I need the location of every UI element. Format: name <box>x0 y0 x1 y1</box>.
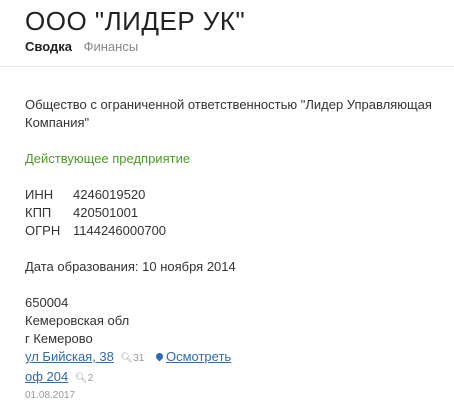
office-link[interactable]: оф 204 <box>25 369 68 384</box>
code-value: 1144246000700 <box>73 223 167 238</box>
search-icon: 🔍︎ <box>74 373 88 384</box>
city: г Кемерово <box>25 331 93 346</box>
code-row-kpp: КПП 420501001 <box>25 204 445 222</box>
search-icon: 🔍︎ <box>120 353 134 364</box>
header-divider <box>0 66 454 67</box>
code-value: 420501001 <box>73 205 139 220</box>
address-block: 650004 Кемеровская обл г Кемерово ул Бий… <box>25 294 445 403</box>
region: Кемеровская обл <box>25 313 130 328</box>
company-full-name: Общество с ограниченной ответственностью… <box>25 97 432 130</box>
office-search-count[interactable]: 🔍︎2 <box>75 373 93 384</box>
code-row-ogrn: ОГРН 1144246000700 <box>25 222 445 240</box>
street-link[interactable]: ул Бийская, 38 <box>25 349 114 364</box>
street-line: ул Бийская, 38 🔍︎31 Осмотреть <box>25 348 445 368</box>
code-label: ИНН <box>25 187 54 202</box>
code-label: КПП <box>25 205 52 220</box>
tab-summary[interactable]: Сводка <box>25 39 72 54</box>
tab-bar: Сводка Финансы <box>25 39 146 54</box>
tab-finances[interactable]: Финансы <box>84 39 139 54</box>
office-line: оф 204 🔍︎2 <box>25 368 445 388</box>
view-map-link[interactable]: Осмотреть <box>154 349 231 364</box>
registration-codes: ИНН 4246019520 КПП 420501001 ОГРН 114424… <box>25 186 445 240</box>
page-title: ООО "ЛИДЕР УК" <box>25 6 246 36</box>
street-search-count[interactable]: 🔍︎31 <box>121 353 145 364</box>
company-summary: Общество с ограниченной ответственностью… <box>25 96 445 403</box>
code-row-inn: ИНН 4246019520 <box>25 186 445 204</box>
founded-date: Дата образования: 10 ноября 2014 <box>25 259 236 274</box>
postcode: 650004 <box>25 295 69 310</box>
address-date: 01.08.2017 <box>25 390 76 401</box>
code-label: ОГРН <box>25 223 61 238</box>
code-value: 4246019520 <box>73 187 146 202</box>
status-badge: Действующее предприятие <box>25 151 191 166</box>
map-pin-icon <box>154 351 165 362</box>
